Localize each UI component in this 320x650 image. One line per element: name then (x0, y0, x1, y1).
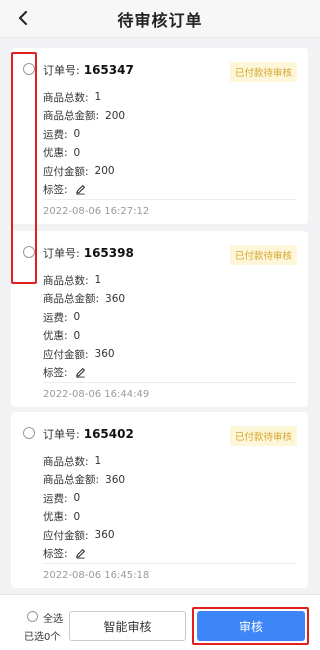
order-number-label: 订单号: (43, 64, 80, 77)
payable-label: 应付金额: (43, 529, 89, 542)
chevron-left-icon (19, 11, 27, 25)
total-qty-value: 1 (94, 274, 102, 287)
selected-count: 已选0个 (24, 632, 61, 643)
shipping-label: 运费: (43, 128, 68, 141)
discount-value: 0 (73, 329, 81, 342)
smart-review-button[interactable]: 智能审核 (69, 611, 186, 641)
total-amount-value: 360 (105, 292, 126, 305)
tag-label: 标签: (43, 548, 68, 561)
payable-label: 应付金额: (43, 348, 89, 361)
order-number-row: 订单号: 165402 (43, 426, 134, 442)
shipping-label: 运费: (43, 492, 68, 505)
payable-row: 应付金额: 360 (43, 526, 125, 545)
total-amount-row: 商品总金额: 200 (43, 107, 125, 126)
order-time: 2022-08-06 16:27:12 (43, 206, 150, 217)
order-number-label: 订单号: (43, 247, 80, 260)
total-amount-label: 商品总金额: (43, 110, 100, 123)
order-time: 2022-08-06 16:45:18 (43, 570, 150, 581)
order-card[interactable]: 订单号: 165398 已付款待审核 商品总数: 1 商品总金额: 360 运费: 0… (11, 231, 308, 407)
pencil-icon[interactable] (75, 367, 86, 378)
order-fields: 商品总数: 1 商品总金额: 360 运费: 0 优惠: 0 应付金额: 360 标签: (43, 452, 125, 563)
order-select-radio[interactable] (23, 427, 35, 439)
select-all-label: 全选 (43, 614, 63, 625)
total-amount-value: 360 (105, 473, 126, 486)
back-button[interactable] (14, 9, 32, 27)
total-qty-value: 1 (94, 455, 102, 468)
payable-row: 应付金额: 200 (43, 162, 125, 181)
bottom-action-bar: 全选 已选0个 智能审核 审核 (0, 594, 320, 650)
shipping-label: 运费: (43, 311, 68, 324)
payable-label: 应付金额: (43, 165, 89, 178)
order-select-radio[interactable] (23, 246, 35, 258)
total-qty-label: 商品总数: (43, 274, 89, 287)
total-amount-value: 200 (105, 109, 126, 122)
order-number: 165402 (83, 427, 134, 441)
discount-row: 优惠: 0 (43, 144, 125, 163)
payable-row: 应付金额: 360 (43, 345, 125, 364)
discount-row: 优惠: 0 (43, 327, 125, 346)
shipping-value: 0 (73, 492, 81, 505)
payable-value: 360 (94, 529, 115, 542)
shipping-value: 0 (73, 311, 81, 324)
order-number: 165347 (83, 63, 134, 77)
total-qty-label: 商品总数: (43, 91, 89, 104)
payable-value: 200 (94, 165, 115, 178)
total-qty-label: 商品总数: (43, 455, 89, 468)
tag-row: 标签: (43, 545, 125, 564)
discount-value: 0 (73, 510, 81, 523)
order-fields: 商品总数: 1 商品总金额: 360 运费: 0 优惠: 0 应付金额: 360 标签: (43, 271, 125, 382)
review-button[interactable]: 审核 (197, 611, 305, 641)
order-fields: 商品总数: 1 商品总金额: 200 运费: 0 优惠: 0 应付金额: 200 标签: (43, 88, 125, 199)
select-all-radio[interactable] (27, 611, 38, 622)
total-amount-label: 商品总金额: (43, 474, 100, 487)
nav-header: 待审核订单 (0, 0, 320, 38)
divider (43, 563, 296, 564)
order-number-label: 订单号: (43, 428, 80, 441)
discount-label: 优惠: (43, 330, 68, 343)
shipping-row: 运费: 0 (43, 308, 125, 327)
page-title: 待审核订单 (117, 10, 203, 30)
order-number-row: 订单号: 165398 (43, 245, 134, 261)
tag-label: 标签: (43, 184, 68, 197)
shipping-row: 运费: 0 (43, 489, 125, 508)
tag-row: 标签: (43, 181, 125, 200)
total-amount-row: 商品总金额: 360 (43, 290, 125, 309)
discount-row: 优惠: 0 (43, 508, 125, 527)
total-amount-row: 商品总金额: 360 (43, 471, 125, 490)
order-card[interactable]: 订单号: 165347 已付款待审核 商品总数: 1 商品总金额: 200 运费: 0… (11, 48, 308, 224)
status-badge: 已付款待审核 (229, 426, 297, 446)
order-select-radio[interactable] (23, 63, 35, 75)
total-amount-label: 商品总金额: (43, 293, 100, 306)
discount-label: 优惠: (43, 511, 68, 524)
pencil-icon[interactable] (75, 184, 86, 195)
discount-value: 0 (73, 146, 81, 159)
tag-row: 标签: (43, 364, 125, 383)
divider (43, 382, 296, 383)
order-list: 订单号: 165347 已付款待审核 商品总数: 1 商品总金额: 200 运费: 0… (0, 38, 320, 594)
payable-value: 360 (94, 348, 115, 361)
order-number: 165398 (83, 246, 134, 260)
total-qty-row: 商品总数: 1 (43, 88, 125, 107)
order-card[interactable]: 订单号: 165402 已付款待审核 商品总数: 1 商品总金额: 360 运费: 0… (11, 412, 308, 588)
pencil-icon[interactable] (75, 548, 86, 559)
status-badge: 已付款待审核 (229, 245, 297, 265)
total-qty-value: 1 (94, 91, 102, 104)
total-qty-row: 商品总数: 1 (43, 452, 125, 471)
total-qty-row: 商品总数: 1 (43, 271, 125, 290)
divider (43, 199, 296, 200)
order-number-row: 订单号: 165347 (43, 62, 134, 78)
shipping-value: 0 (73, 128, 81, 141)
order-time: 2022-08-06 16:44:49 (43, 389, 150, 400)
discount-label: 优惠: (43, 147, 68, 160)
status-badge: 已付款待审核 (229, 62, 297, 82)
shipping-row: 运费: 0 (43, 125, 125, 144)
tag-label: 标签: (43, 367, 68, 380)
